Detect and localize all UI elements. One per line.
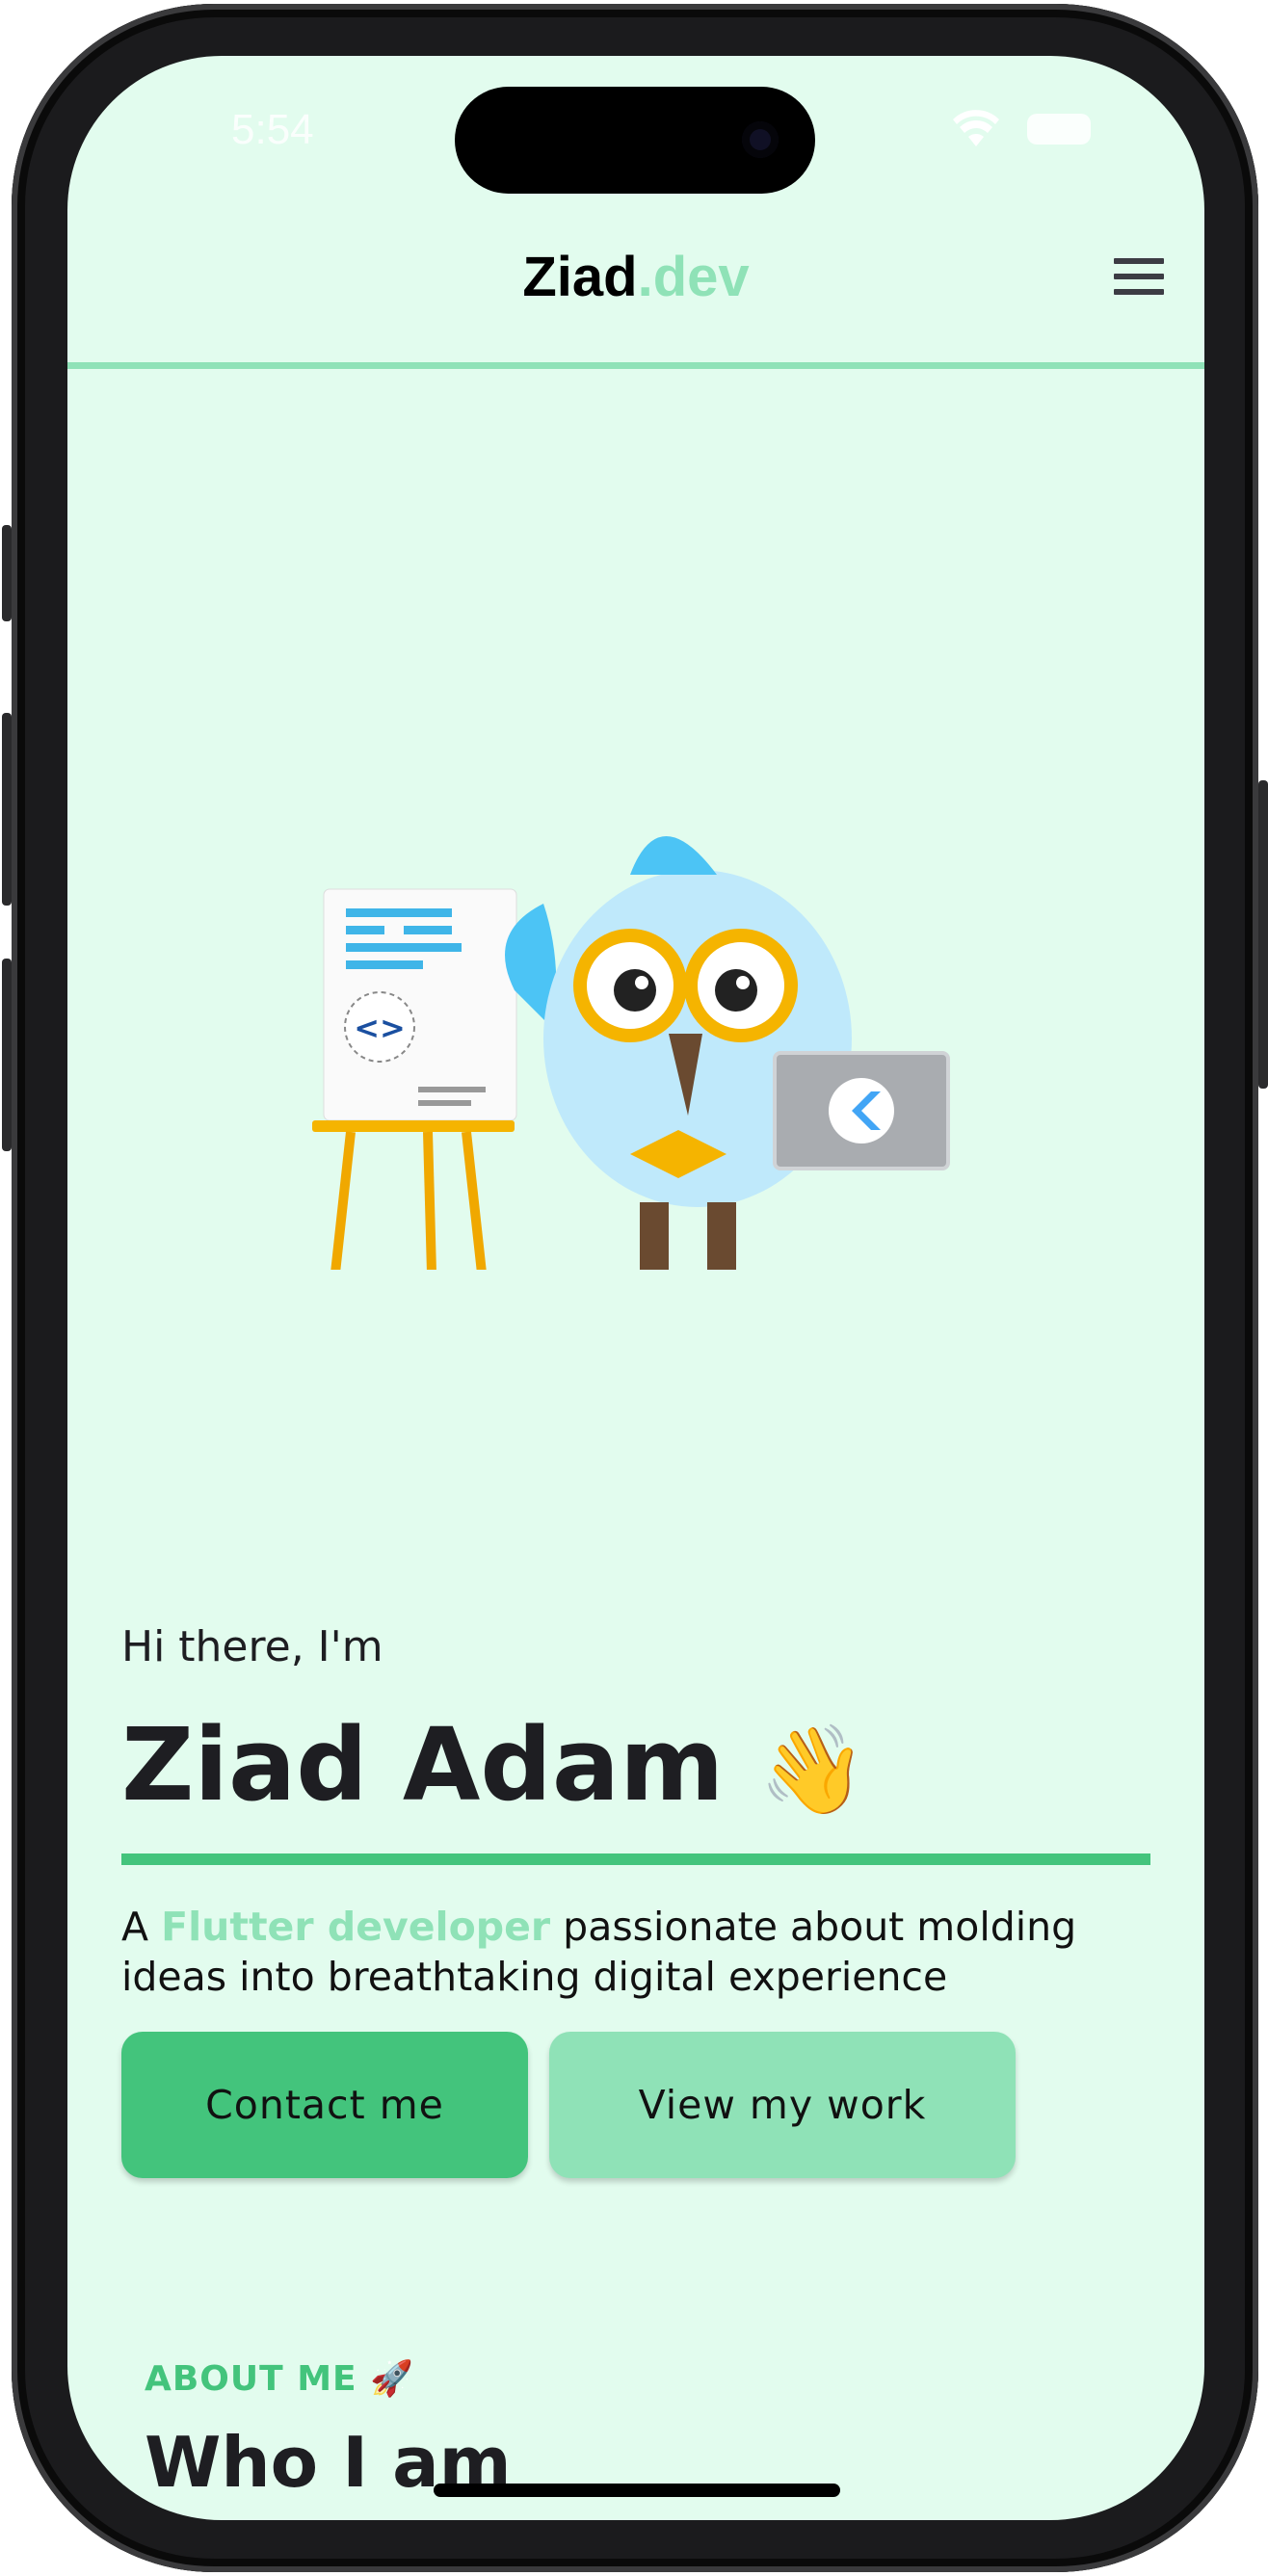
- contact-me-button[interactable]: Contact me: [121, 2032, 528, 2178]
- action-button: [2, 525, 12, 621]
- view-my-work-button[interactable]: View my work: [549, 2032, 1016, 2178]
- github-icon[interactable]: [1062, 2071, 1127, 2137]
- camera-icon: [742, 121, 779, 158]
- about-label: ABOUT ME: [145, 2359, 357, 2399]
- power-button: [1258, 780, 1268, 1089]
- hero-description: A Flutter developer passionate about mol…: [121, 1902, 1162, 2002]
- wifi-icon: [953, 110, 999, 146]
- battery-icon: [1027, 114, 1091, 145]
- waving-hand-icon: 👋: [758, 1720, 867, 1821]
- site-logo[interactable]: Ziad.dev: [67, 245, 1204, 309]
- name-text: Ziad Adam: [121, 1706, 725, 1824]
- mascot-illustration: <>: [312, 836, 950, 1270]
- hero-name: Ziad Adam 👋: [121, 1706, 867, 1824]
- brand-main: Ziad: [522, 246, 638, 308]
- brand-accent: .dev: [637, 246, 750, 308]
- dynamic-island: [455, 87, 815, 194]
- volume-down-button: [2, 959, 12, 1151]
- greeting-text: Hi there, I'm: [121, 1622, 383, 1671]
- rocket-icon: 🚀: [370, 2359, 415, 2399]
- hamburger-menu-icon[interactable]: [1114, 258, 1164, 297]
- section-eyebrow: ABOUT ME 🚀: [145, 2358, 414, 2399]
- desc-prefix: A: [121, 1904, 162, 1950]
- desc-highlight: Flutter developer: [161, 1904, 551, 1950]
- home-indicator[interactable]: [434, 2484, 840, 2497]
- volume-up-button: [2, 713, 12, 906]
- name-underline: [121, 1853, 1150, 1865]
- status-time: 5:54: [231, 106, 314, 153]
- header-divider: [67, 362, 1204, 369]
- svg-text:<>: <>: [354, 1010, 406, 1046]
- screen: 5:54 Ziad.dev <> Hi there, I'm Ziad Adam…: [67, 56, 1204, 2520]
